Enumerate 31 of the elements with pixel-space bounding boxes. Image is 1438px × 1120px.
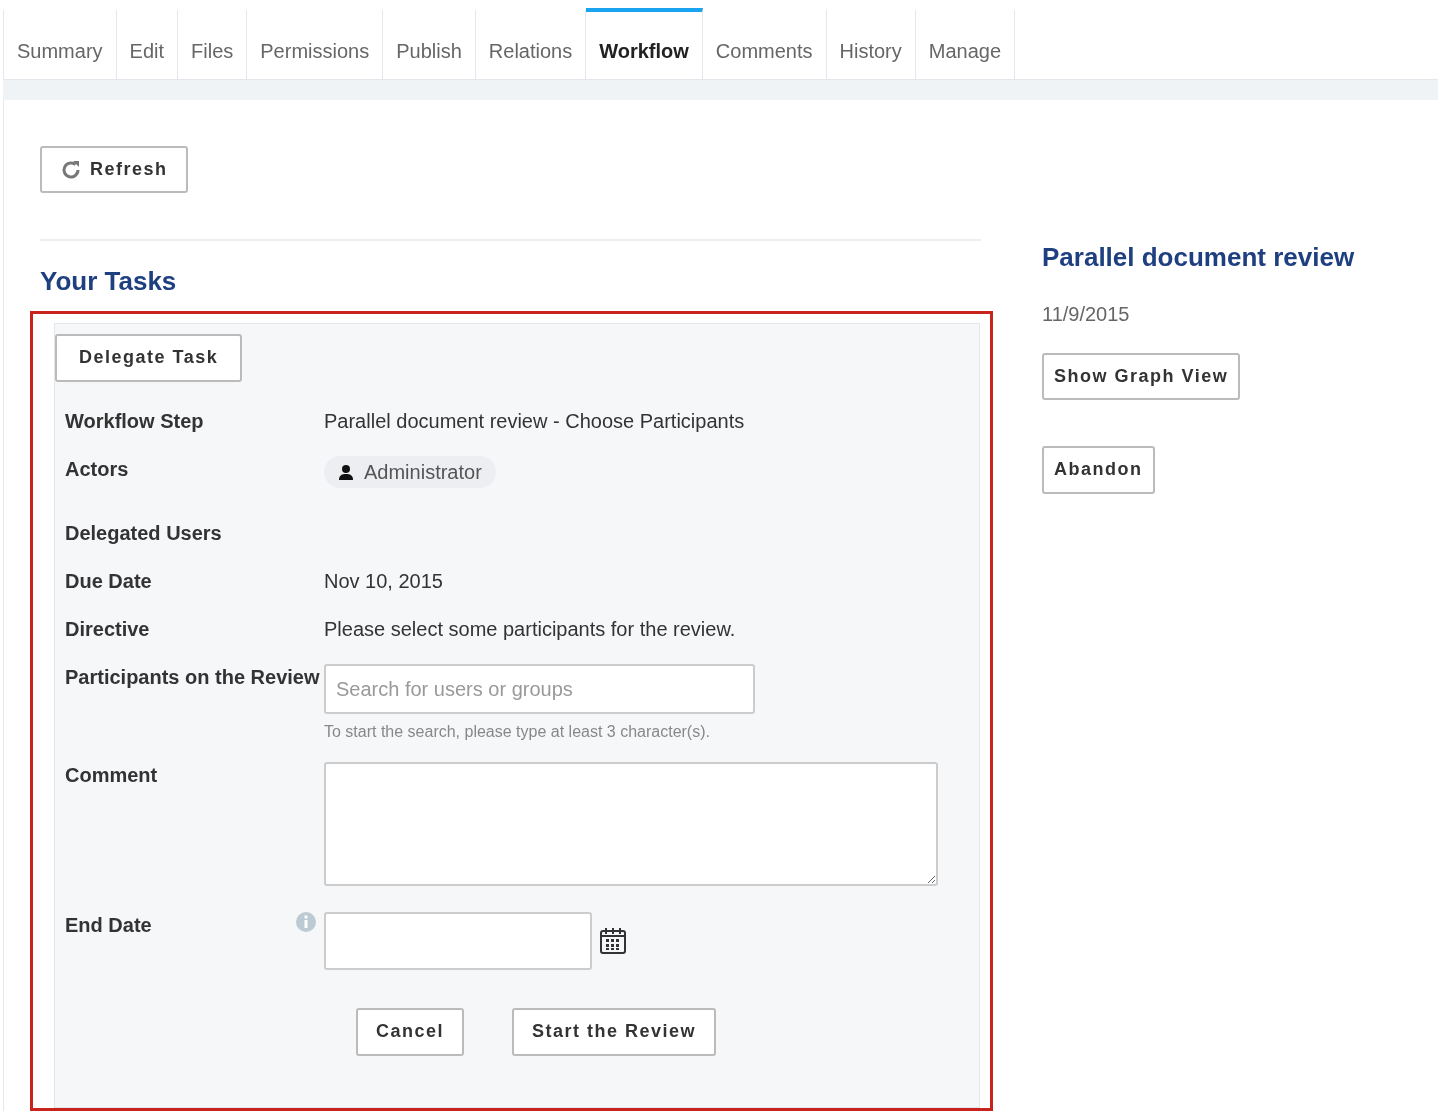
field-label: Workflow Step — [64, 408, 205, 434]
field-label: Due Date — [64, 568, 153, 594]
field-value: Please select some participants for the review. — [324, 617, 736, 640]
info-icon — [296, 912, 316, 933]
cancel-button[interactable]: Cancel — [356, 1008, 465, 1056]
refresh-button[interactable]: Refresh — [40, 146, 188, 194]
field-label: End Date — [64, 913, 153, 939]
field-label: Comment — [64, 763, 159, 789]
tab[interactable]: Workflow — [586, 8, 703, 79]
show-graph-view-button[interactable]: Show Graph View — [1042, 352, 1241, 401]
field-label: Actors — [64, 456, 130, 482]
refresh-icon — [60, 158, 82, 181]
field-label: Participants on the Review — [64, 664, 321, 690]
calendar-icon[interactable] — [600, 928, 626, 955]
section-heading: Your Tasks — [40, 265, 178, 299]
workflow-title: Parallel document review — [1042, 241, 1356, 274]
field-value: Nov 10, 2015 — [324, 569, 443, 592]
delegate-task-button[interactable]: Delegate Task — [55, 334, 243, 382]
comment-field[interactable] — [324, 762, 938, 887]
user-icon — [338, 463, 354, 480]
workflow-date: 11/9/2015 — [1042, 301, 1131, 327]
field-label: Delegated Users — [64, 520, 223, 546]
start-review-button[interactable]: Start the Review — [512, 1008, 717, 1056]
field-value: Parallel document review - Choose Participants — [324, 409, 745, 432]
abandon-button[interactable]: Abandon — [1042, 446, 1155, 494]
field-label: Directive — [64, 616, 151, 642]
help-text: To start the search, please type at least 3 character(s). — [324, 721, 711, 742]
tab[interactable]: Summary — [3, 8, 117, 79]
actor-chip: Administrator — [324, 455, 496, 488]
date-field[interactable] — [324, 912, 592, 971]
search-field[interactable]: Search for users or groups — [324, 663, 755, 714]
